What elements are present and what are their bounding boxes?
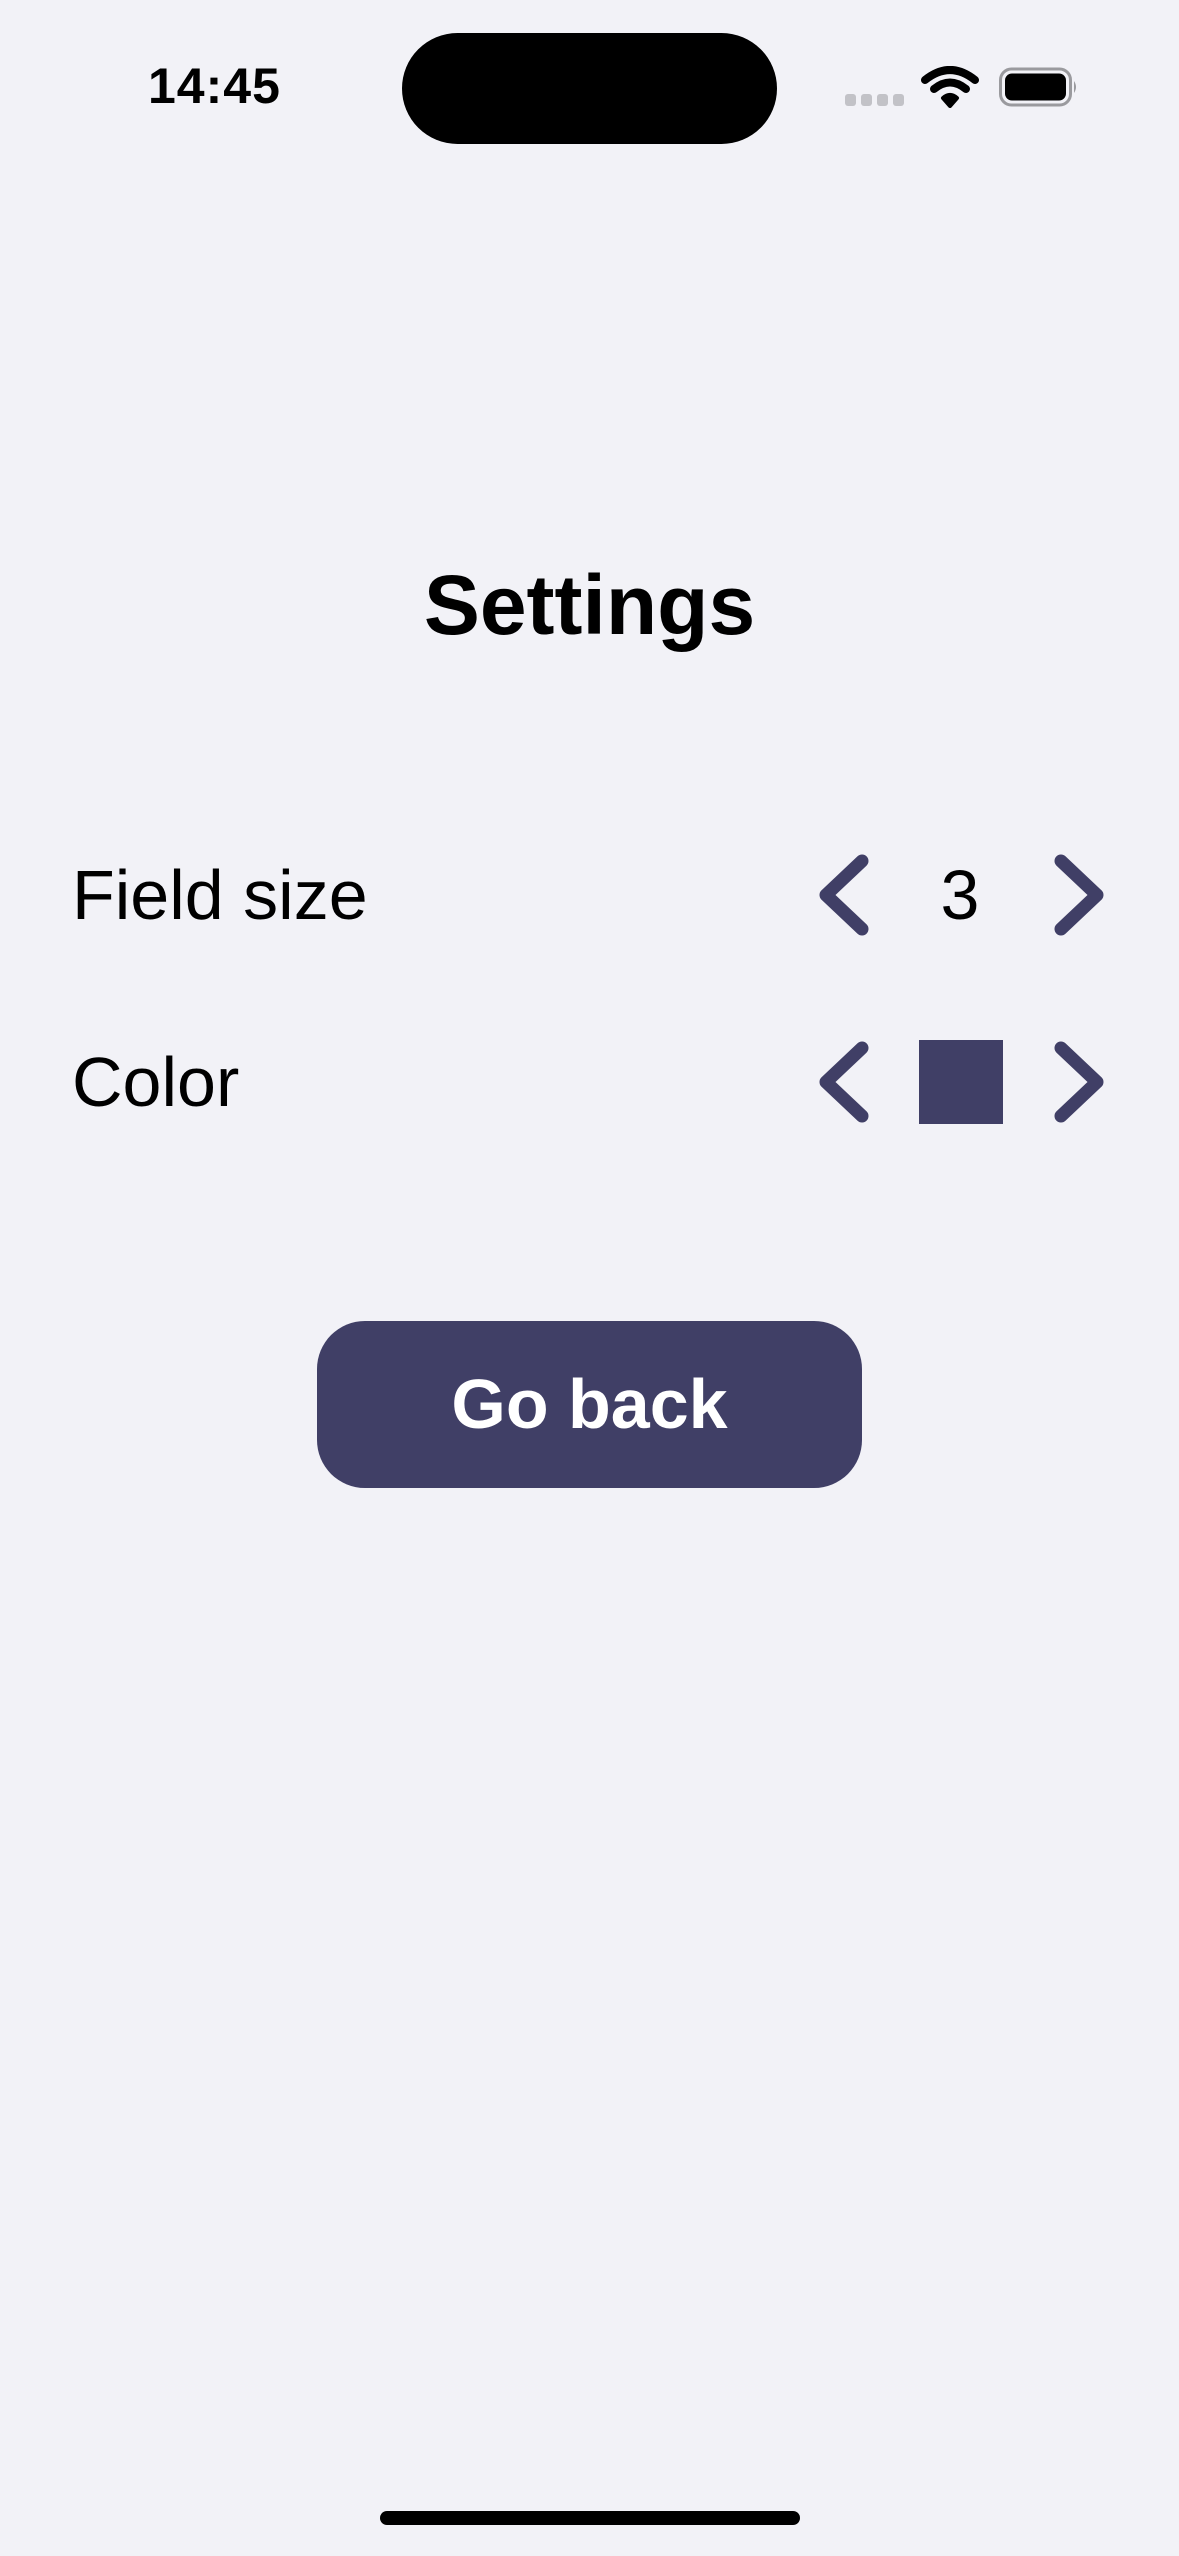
chevron-right-icon — [1054, 854, 1104, 936]
color-swatch — [919, 1040, 1003, 1124]
chevron-left-icon — [819, 854, 869, 936]
field-size-label: Field size — [72, 856, 368, 934]
color-label: Color — [72, 1043, 240, 1121]
dynamic-island — [402, 33, 777, 144]
battery-icon — [999, 67, 1076, 107]
field-size-value: 3 — [940, 856, 980, 934]
field-size-decrease-button[interactable] — [808, 850, 878, 940]
color-next-button[interactable] — [1045, 1037, 1115, 1127]
home-indicator[interactable] — [380, 2511, 800, 2525]
go-back-button[interactable]: Go back — [317, 1321, 862, 1488]
wifi-icon — [921, 66, 979, 108]
chevron-right-icon — [1054, 1041, 1104, 1123]
chevron-left-icon — [819, 1041, 869, 1123]
signal-icon — [845, 94, 905, 108]
status-bar-time: 14:45 — [148, 58, 281, 114]
color-previous-button[interactable] — [808, 1037, 878, 1127]
page-title: Settings — [423, 558, 756, 652]
field-size-increase-button[interactable] — [1045, 850, 1115, 940]
